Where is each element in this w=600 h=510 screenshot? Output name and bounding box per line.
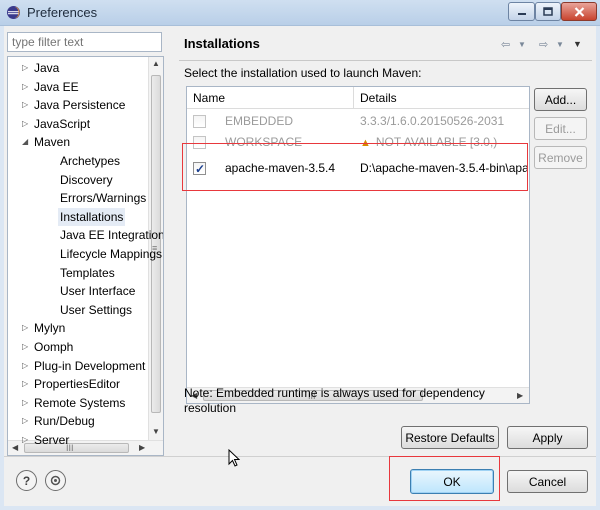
tree-item[interactable]: ▷PropertiesEditor bbox=[8, 375, 150, 393]
ok-button[interactable]: OK bbox=[410, 469, 494, 494]
tree-item[interactable]: ▷Run/Debug bbox=[8, 412, 150, 430]
tree-item-label: JavaScript bbox=[32, 115, 92, 133]
tree-item-label: Lifecycle Mappings bbox=[58, 245, 164, 263]
collapsed-twisty-icon[interactable]: ▷ bbox=[22, 319, 32, 337]
footer-divider bbox=[4, 456, 596, 457]
scroll-up-arrow-icon[interactable]: ▲ bbox=[152, 57, 160, 71]
tree-item-label: Installations bbox=[58, 208, 125, 226]
tree-item-label: Discovery bbox=[58, 171, 115, 189]
cancel-button[interactable]: Cancel bbox=[507, 470, 588, 493]
tree-item[interactable]: ▷Remote Systems bbox=[8, 394, 150, 412]
preferences-tree: ▲ ≡ ▼ ◀ III ▶ ▷Java▷Java EE▷Java Persist… bbox=[7, 56, 164, 456]
column-header-details[interactable]: Details bbox=[354, 87, 530, 109]
tree-item[interactable]: Errors/Warnings bbox=[8, 189, 150, 207]
tree-item[interactable]: Discovery bbox=[8, 171, 150, 189]
collapsed-twisty-icon[interactable]: ▷ bbox=[22, 96, 32, 114]
restore-defaults-button[interactable]: Restore Defaults bbox=[401, 426, 499, 449]
back-arrow-icon[interactable]: ⇦ bbox=[501, 36, 510, 52]
close-button[interactable] bbox=[561, 2, 597, 21]
tree-item-label: PropertiesEditor bbox=[32, 375, 122, 393]
collapsed-twisty-icon[interactable]: ▷ bbox=[22, 357, 32, 375]
tree-item-label: User Interface bbox=[58, 282, 137, 300]
add-button[interactable]: Add... bbox=[534, 88, 587, 111]
tree-item-label: Maven bbox=[32, 133, 72, 151]
collapsed-twisty-icon[interactable]: ▷ bbox=[22, 394, 32, 412]
tree-item[interactable]: ▷Java EE bbox=[8, 78, 150, 96]
tree-item-label: Archetypes bbox=[58, 152, 122, 170]
tree-item-label: Java bbox=[32, 59, 61, 77]
import-export-glyph-icon bbox=[50, 475, 61, 486]
minimize-button[interactable] bbox=[508, 2, 535, 21]
embedded-runtime-note: Note: Embedded runtime is always used fo… bbox=[184, 386, 529, 416]
tree-item[interactable]: Installations bbox=[8, 208, 150, 226]
tree-item-label: Remote Systems bbox=[32, 394, 127, 412]
installation-name: EMBEDDED bbox=[225, 111, 293, 131]
scroll-down-arrow-icon[interactable]: ▼ bbox=[152, 425, 160, 439]
tree-item-label: Server bbox=[32, 431, 71, 449]
maximize-icon bbox=[543, 7, 553, 16]
filter-input[interactable] bbox=[7, 32, 162, 52]
tree-item[interactable]: Templates bbox=[8, 264, 150, 282]
header-divider bbox=[179, 60, 592, 61]
tree-item[interactable]: ▷Oomph bbox=[8, 338, 150, 356]
tree-item[interactable]: ▷Java Persistence bbox=[8, 96, 150, 114]
mouse-cursor-icon bbox=[228, 449, 240, 468]
close-icon bbox=[574, 7, 585, 17]
tree-item-label: Mylyn bbox=[32, 319, 67, 337]
collapsed-twisty-icon[interactable]: ▷ bbox=[22, 59, 32, 77]
tree-item-label: Oomph bbox=[32, 338, 75, 356]
tree-item[interactable]: ▷Java bbox=[8, 59, 150, 77]
tree-item[interactable]: Lifecycle Mappings bbox=[8, 245, 150, 263]
edit-button[interactable]: Edit... bbox=[534, 117, 587, 140]
page-title: Installations bbox=[184, 36, 260, 51]
tree-item[interactable]: ▷Server bbox=[8, 431, 150, 449]
collapsed-twisty-icon[interactable]: ▷ bbox=[22, 412, 32, 430]
title-bar: Preferences bbox=[0, 0, 600, 26]
tree-item[interactable]: Java EE Integration bbox=[8, 226, 150, 244]
tree-item[interactable]: User Settings bbox=[8, 301, 150, 319]
tree-item[interactable]: ▷JavaScript bbox=[8, 115, 150, 133]
tree-item-label: Run/Debug bbox=[32, 412, 97, 430]
page-navigation: ⇦ ▼ ⇨ ▼ ▼ bbox=[501, 36, 591, 52]
help-icon[interactable]: ? bbox=[16, 470, 37, 491]
tree-item-label: User Settings bbox=[58, 301, 134, 319]
eclipse-app-icon bbox=[6, 5, 21, 20]
tree-item-label: Java EE bbox=[32, 78, 81, 96]
apply-button[interactable]: Apply bbox=[507, 426, 588, 449]
highlight-box-installation bbox=[182, 143, 528, 191]
tree-item[interactable]: ▷Plug-in Development bbox=[8, 357, 150, 375]
installation-checkbox[interactable] bbox=[193, 115, 206, 128]
tree-item[interactable]: ◢Maven bbox=[8, 133, 150, 151]
collapsed-twisty-icon[interactable]: ▷ bbox=[22, 115, 32, 133]
installation-details-text: 3.3.3/1.6.0.20150526-2031 bbox=[360, 114, 504, 128]
column-header-name[interactable]: Name bbox=[187, 87, 354, 109]
tree-item[interactable]: User Interface bbox=[8, 282, 150, 300]
installations-table: Name Details ◀ III ▶ EMBEDDED3.3.3/1.6.0… bbox=[186, 86, 530, 404]
collapsed-twisty-icon[interactable]: ▷ bbox=[22, 431, 32, 449]
import-export-icon[interactable] bbox=[45, 470, 66, 491]
collapsed-twisty-icon[interactable]: ▷ bbox=[22, 375, 32, 393]
page-description: Select the installation used to launch M… bbox=[184, 66, 421, 80]
tree-item-label: Java Persistence bbox=[32, 96, 127, 114]
expanded-twisty-icon[interactable]: ◢ bbox=[22, 133, 32, 151]
table-row[interactable]: EMBEDDED 3.3.3/1.6.0.20150526-2031 bbox=[187, 111, 529, 131]
tree-item-label: Plug-in Development bbox=[32, 357, 147, 375]
tree-item-label: Errors/Warnings bbox=[58, 189, 148, 207]
window-title: Preferences bbox=[27, 5, 97, 20]
remove-button[interactable]: Remove bbox=[534, 146, 587, 169]
view-menu-icon[interactable]: ▼ bbox=[573, 36, 582, 52]
tree-item-label: Templates bbox=[58, 264, 117, 282]
collapsed-twisty-icon[interactable]: ▷ bbox=[22, 338, 32, 356]
tree-item-label: Java EE Integration bbox=[58, 226, 164, 244]
maximize-button[interactable] bbox=[535, 2, 561, 21]
dialog-client-area: ▲ ≡ ▼ ◀ III ▶ ▷Java▷Java EE▷Java Persist… bbox=[4, 26, 596, 506]
minimize-icon bbox=[517, 8, 527, 16]
forward-dropdown-icon[interactable]: ▼ bbox=[556, 36, 564, 52]
tree-item[interactable]: ▷Mylyn bbox=[8, 319, 150, 337]
back-dropdown-icon[interactable]: ▼ bbox=[518, 36, 526, 52]
collapsed-twisty-icon[interactable]: ▷ bbox=[22, 78, 32, 96]
installation-details: 3.3.3/1.6.0.20150526-2031 bbox=[360, 111, 528, 131]
forward-arrow-icon[interactable]: ⇨ bbox=[539, 36, 548, 52]
tree-item[interactable]: Archetypes bbox=[8, 152, 150, 170]
